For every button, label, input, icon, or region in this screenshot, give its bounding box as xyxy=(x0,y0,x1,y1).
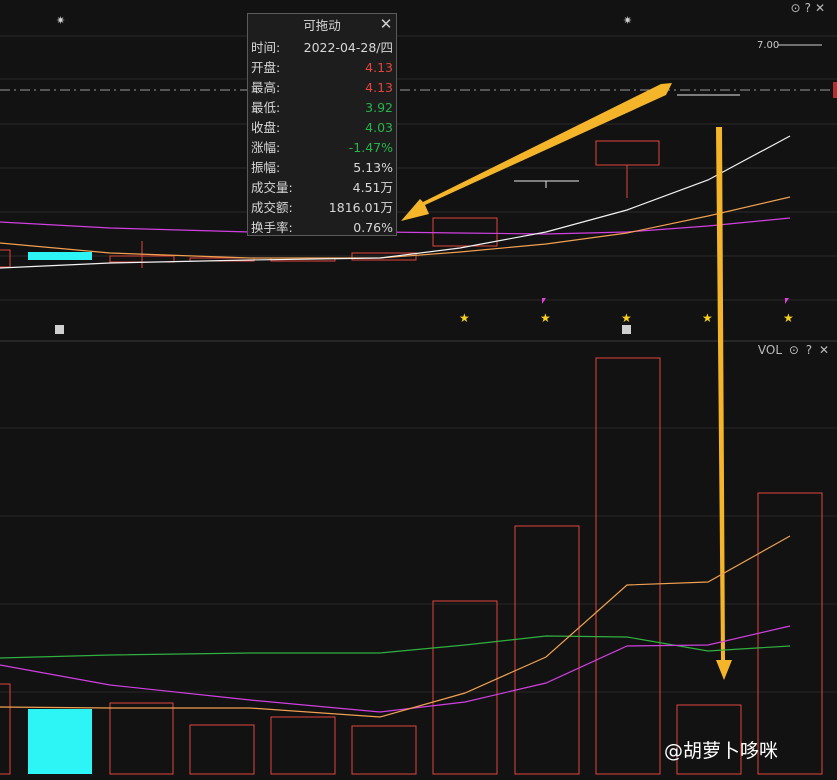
tooltip-row-label: 最高: xyxy=(251,80,281,95)
tooltip-row-value: 5.13% xyxy=(353,160,393,175)
tooltip-row-value: 4.03 xyxy=(365,120,393,135)
close-icon[interactable]: ✕ xyxy=(819,343,829,357)
star-icon: ★ xyxy=(459,311,470,325)
flag-icon xyxy=(542,298,546,304)
volume-bar xyxy=(270,716,336,775)
tooltip-row-label: 换手率: xyxy=(251,220,293,235)
settings-icon[interactable]: ⊙ xyxy=(789,343,799,357)
tooltip-row: 开盘: 4.13 xyxy=(248,58,396,78)
volume-bar xyxy=(432,600,498,775)
volume-bar xyxy=(595,357,661,775)
tooltip-row-value: 0.76% xyxy=(353,220,393,235)
help-icon[interactable]: ? xyxy=(806,343,812,357)
star-icon: ★ xyxy=(702,311,713,325)
tooltip-row-value: -1.47% xyxy=(348,140,393,155)
volume-moving-averages xyxy=(0,535,791,718)
sun-icon: ✷ xyxy=(623,14,632,27)
tooltip-title[interactable]: 可拖动 xyxy=(248,14,396,38)
tooltip-row-label: 最低: xyxy=(251,100,281,115)
right-edge-marker xyxy=(833,82,837,98)
tooltip-row-value: 2022-04-28/四 xyxy=(303,40,393,55)
volume-panel-header: VOL ⊙ ? ✕ xyxy=(755,343,829,357)
volume-bar xyxy=(189,724,255,775)
tooltip-row: 最低: 3.92 xyxy=(248,98,396,118)
star-icon: ★ xyxy=(783,311,794,325)
draggable-tooltip[interactable]: 可拖动 ✕ 时间: 2022-04-28/四开盘: 4.13 最高: 4.13 最低: 3.… xyxy=(247,13,397,236)
close-icon[interactable]: ✕ xyxy=(378,15,394,33)
price-label: 7.00 xyxy=(757,40,779,51)
flag-icon xyxy=(785,298,789,304)
volume-bar xyxy=(0,683,11,775)
arrow-down xyxy=(716,127,732,680)
tooltip-row-value: 4.13 xyxy=(365,80,393,95)
chart-canvas: ★ ★ ★ ★ ★ ✷ ✷ xyxy=(0,14,837,775)
tooltip-row: 振幅: 5.13% xyxy=(248,158,396,178)
tooltip-row-value: 1816.01万 xyxy=(328,200,393,215)
price-grid xyxy=(0,35,837,342)
volume-grid xyxy=(0,427,837,693)
note-icon xyxy=(55,325,64,334)
volume-bar xyxy=(28,709,92,774)
tooltip-row-label: 成交量: xyxy=(251,180,293,195)
arrow-to-tooltip xyxy=(401,83,672,221)
tooltip-row-label: 涨幅: xyxy=(251,140,281,155)
tooltip-row-label: 成交额: xyxy=(251,200,293,215)
tooltip-row: 成交量: 4.51万 xyxy=(248,178,396,198)
volume-label: VOL xyxy=(757,343,783,357)
tooltip-row: 涨幅: -1.47% xyxy=(248,138,396,158)
star-icon: ★ xyxy=(540,311,551,325)
price-value: 7.00 xyxy=(757,40,780,51)
star-icon: ★ xyxy=(621,311,632,325)
note-icon xyxy=(622,325,631,334)
tooltip-row-label: 开盘: xyxy=(251,60,281,75)
watermark: @胡萝卜哆咪 xyxy=(664,740,779,762)
candle xyxy=(28,252,92,260)
candle xyxy=(0,249,11,268)
vol-ma-orange xyxy=(0,535,791,718)
tooltip-row: 最高: 4.13 xyxy=(248,78,396,98)
tooltip-row-value: 3.92 xyxy=(365,100,393,115)
volume-bar xyxy=(757,492,823,775)
tooltip-row-value: 4.13 xyxy=(365,60,393,75)
tooltip-row: 时间: 2022-04-28/四 xyxy=(248,38,396,58)
candle xyxy=(595,140,660,166)
vol-ma-green xyxy=(0,635,791,659)
settings-icon[interactable]: ⊙ xyxy=(791,1,805,15)
sun-icon: ✷ xyxy=(56,14,65,27)
tooltip-row: 换手率: 0.76% xyxy=(248,218,396,238)
price-panel-tools: ⊙?✕ xyxy=(791,1,830,15)
tooltip-row: 收盘: 4.03 xyxy=(248,118,396,138)
tooltip-rows: 时间: 2022-04-28/四开盘: 4.13 最高: 4.13 最低: 3.92 收盘: 4… xyxy=(248,38,396,238)
tooltip-row: 成交额: 1816.01万 xyxy=(248,198,396,218)
candle xyxy=(432,217,498,247)
volume-bars xyxy=(0,357,823,775)
close-icon[interactable]: ✕ xyxy=(815,1,829,15)
help-icon[interactable]: ? xyxy=(805,1,815,15)
volume-bar xyxy=(351,725,417,775)
tooltip-row-label: 收盘: xyxy=(251,120,281,135)
tooltip-row-label: 时间: xyxy=(251,40,281,55)
volume-bar xyxy=(109,702,174,775)
tooltip-row-label: 振幅: xyxy=(251,160,281,175)
event-markers: ★ ★ ★ ★ ★ ✷ ✷ xyxy=(55,14,794,334)
vol-ma-magenta xyxy=(0,625,791,713)
volume-bar xyxy=(514,525,580,775)
tooltip-row-value: 4.51万 xyxy=(352,180,393,195)
annotation-arrows xyxy=(401,83,732,680)
